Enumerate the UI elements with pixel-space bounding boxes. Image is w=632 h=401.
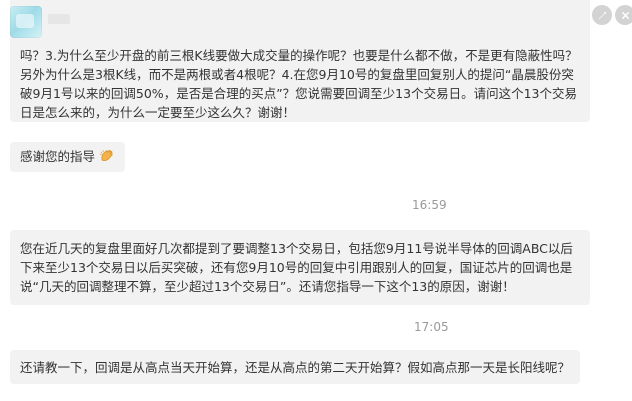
edit-icon[interactable] <box>592 5 612 25</box>
message-text: 感谢您的指导 <box>20 147 115 169</box>
message-bubble: 您在近几天的复盘里面好几次都提到了要调整13个交易日，包括您9月11号说半导体的… <box>10 230 590 305</box>
message-bubble: 还请教一下，回调是从高点当天开始算，还是从高点的第二天开始算？假如高点那一天是长… <box>10 350 581 384</box>
clap-hands-icon <box>99 148 115 169</box>
close-icon[interactable] <box>615 5 632 25</box>
pencil-icon <box>598 11 606 19</box>
message-text: 吗？3.为什么至少开盘的前三根K线要做大成交量的操作呢？也要是什么都不做，不是更… <box>20 48 578 120</box>
message-text: 还请教一下，回调是从高点当天开始算，还是从高点的第二天开始算？假如高点那一天是长… <box>20 360 571 375</box>
message-bubble: 感谢您的指导 <box>10 142 126 172</box>
x-icon <box>621 11 629 19</box>
message-timestamp: 17:05 <box>414 320 449 334</box>
message-text: 您在近几天的复盘里面好几次都提到了要调整13个交易日，包括您9月11号说半导体的… <box>20 241 573 294</box>
chat-window: 吗？3.为什么至少开盘的前三根K线要做大成交量的操作呢？也要是什么都不做，不是更… <box>0 0 632 401</box>
message-timestamp: 16:59 <box>412 198 447 212</box>
chat-header <box>0 0 632 44</box>
message-text-content: 感谢您的指导 <box>20 149 96 164</box>
contact-name-redacted <box>48 14 70 24</box>
avatar[interactable] <box>10 6 42 38</box>
